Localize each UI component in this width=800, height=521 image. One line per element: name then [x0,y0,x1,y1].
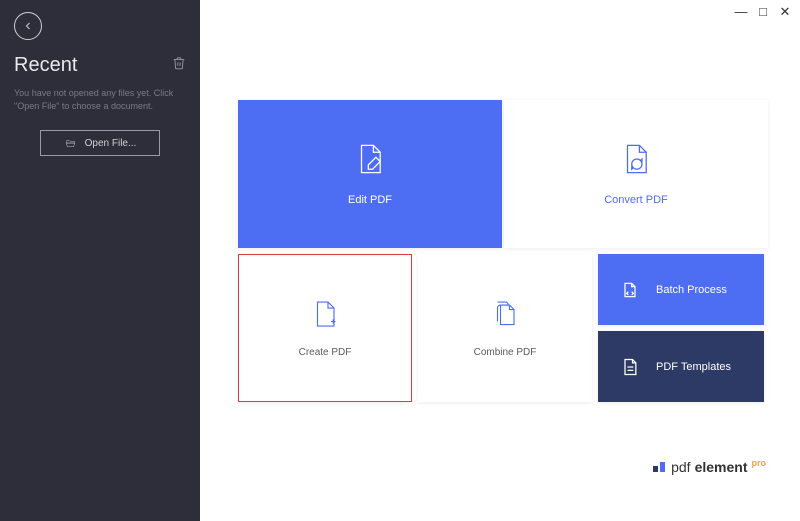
create-pdf-card[interactable]: Create PDF [238,254,412,402]
batch-icon [620,280,640,300]
maximize-button[interactable]: □ [756,4,770,20]
convert-pdf-card[interactable]: Convert PDF [504,100,768,248]
sidebar-header: Recent [14,54,186,77]
back-button[interactable] [14,12,42,40]
brand-text-2: element [695,459,748,475]
main-area: Edit PDF Convert PDF Create PDF Combine … [200,0,800,521]
combine-pdf-card[interactable]: Combine PDF [418,254,592,402]
trash-icon [172,56,186,70]
combine-pdf-icon [490,299,520,329]
recent-hint: You have not opened any files yet. Click… [14,87,186,112]
brand-pro-tag: pro [752,458,767,468]
minimize-button[interactable]: — [734,4,748,20]
edit-pdf-icon [353,142,387,176]
brand-mark-icon [653,462,665,472]
convert-pdf-label: Convert PDF [604,194,668,206]
combine-pdf-label: Combine PDF [474,347,537,358]
folder-icon [64,138,77,149]
sidebar: Recent You have not opened any files yet… [0,0,200,521]
batch-label: Batch Process [656,284,727,296]
edit-pdf-label: Edit PDF [348,194,392,206]
chevron-left-icon [22,20,34,32]
close-button[interactable]: ✕ [778,4,792,20]
window-controls: — □ ✕ [734,4,792,20]
bottom-row: Create PDF Combine PDF Batch Process PDF… [238,254,800,402]
pdf-templates-card[interactable]: PDF Templates [598,331,764,402]
convert-pdf-icon [619,142,653,176]
clear-recent-button[interactable] [172,56,186,75]
brand-logo: pdf element pro [653,459,766,475]
templates-icon [620,357,640,377]
side-cards: Batch Process PDF Templates [598,254,764,402]
create-pdf-icon [310,299,340,329]
batch-process-card[interactable]: Batch Process [598,254,764,325]
recent-title: Recent [14,54,77,77]
top-row: Edit PDF Convert PDF [238,100,800,248]
brand-text-1: pdf [671,459,690,475]
edit-pdf-card[interactable]: Edit PDF [238,100,502,248]
templates-label: PDF Templates [656,361,731,373]
open-file-label: Open File... [85,138,137,149]
create-pdf-label: Create PDF [299,347,352,358]
app-window: — □ ✕ Recent You have not opened any fil… [0,0,800,521]
open-file-button[interactable]: Open File... [40,130,160,156]
